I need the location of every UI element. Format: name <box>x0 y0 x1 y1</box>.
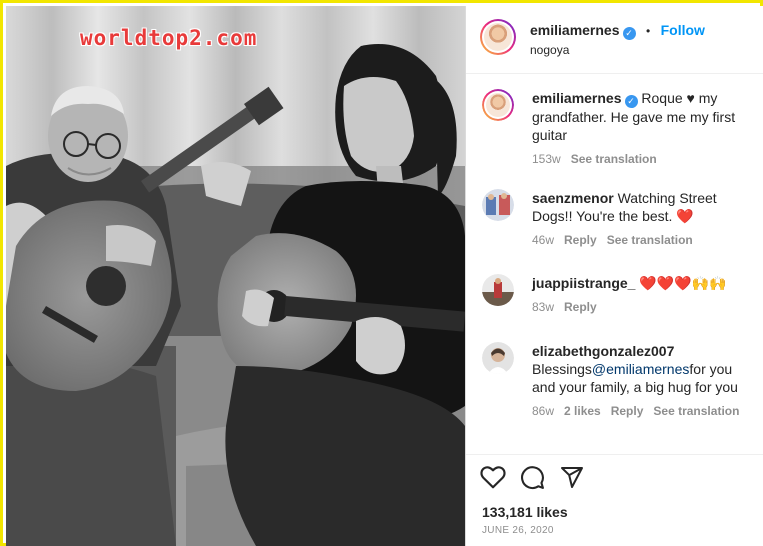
reply-button[interactable]: Reply <box>564 300 597 314</box>
caption-body: emiliamernes ✓ Roque ♥ my grandfather. He… <box>532 89 754 168</box>
comment-text-start: Blessings <box>532 361 592 377</box>
reply-button[interactable]: Reply <box>564 233 597 247</box>
speech-bubble-icon[interactable] <box>520 465 545 490</box>
comment-meta: 46w Reply See translation <box>532 231 754 249</box>
heart-outline-icon[interactable] <box>480 465 506 489</box>
comment-age[interactable]: 83w <box>532 300 554 314</box>
comment-item: saenzmenor Watching Street Dogs!! You're… <box>482 189 754 259</box>
commenter-avatar[interactable] <box>482 274 514 306</box>
comment-mention-link[interactable]: @emiliamernes <box>592 361 689 377</box>
caption-username[interactable]: emiliamernes <box>532 90 622 106</box>
post-location[interactable]: nogoya <box>530 43 569 57</box>
comment-username[interactable]: saenzmenor <box>532 190 614 206</box>
commenter-avatar[interactable] <box>482 342 514 374</box>
comment-likes[interactable]: 2 likes <box>564 404 601 418</box>
photo-grandfather-and-granddaughter-guitars <box>6 6 465 546</box>
action-bar <box>466 454 763 490</box>
watermark-text: worldtop2.com <box>80 26 258 50</box>
comment-meta: 86w 2 likes Reply See translation <box>532 402 754 420</box>
post-photo: worldtop2.com <box>6 6 465 546</box>
verified-badge-icon: ✓ <box>622 27 636 40</box>
post-date[interactable]: JUNE 26, 2020 <box>482 525 554 536</box>
caption-see-translation[interactable]: See translation <box>571 152 657 166</box>
comment-body: juappiistrange_ ❤️❤️❤️🙌🙌 83w Reply <box>532 274 754 316</box>
comment-username[interactable]: elizabethgonzalez007 <box>532 343 674 359</box>
caption-block: emiliamernes ✓ Roque ♥ my grandfather. He… <box>482 89 754 169</box>
reply-button[interactable]: Reply <box>611 404 644 418</box>
screenshot-frame: worldtop2.com emiliamernes ✓ • Follow nog… <box>0 0 763 546</box>
caption-age[interactable]: 153w <box>532 152 561 166</box>
commenter-avatar[interactable] <box>482 189 514 221</box>
comment-age[interactable]: 46w <box>532 233 554 247</box>
caption-meta: 153w See translation <box>532 150 754 168</box>
paper-plane-icon[interactable] <box>560 465 584 489</box>
comment-text: ❤️❤️❤️🙌🙌 <box>639 275 727 291</box>
comment-body: saenzmenor Watching Street Dogs!! You're… <box>532 189 754 249</box>
see-translation-button[interactable]: See translation <box>607 233 693 247</box>
comment-meta: 83w Reply <box>532 298 754 316</box>
comment-age[interactable]: 86w <box>532 404 554 418</box>
like-count[interactable]: 133,181 likes <box>482 504 568 520</box>
comment-body: elizabethgonzalez007 Blessings@emiliamer… <box>532 342 754 420</box>
comment-item: elizabethgonzalez007 Blessings@emiliamer… <box>482 342 754 432</box>
caption-avatar[interactable] <box>482 89 514 121</box>
see-translation-button[interactable]: See translation <box>653 404 739 418</box>
author-avatar[interactable] <box>480 19 516 55</box>
author-username[interactable]: emiliamernes <box>530 22 620 38</box>
post-side-panel: emiliamernes ✓ • Follow nogoya emiliamern… <box>465 6 763 546</box>
verified-badge-icon: ✓ <box>624 95 638 108</box>
post-header: emiliamernes ✓ • Follow nogoya <box>466 6 763 74</box>
follow-button[interactable]: Follow <box>661 22 705 38</box>
author-line: emiliamernes ✓ • Follow <box>530 22 705 40</box>
comment-username[interactable]: juappiistrange_ <box>532 275 635 291</box>
comment-item: juappiistrange_ ❤️❤️❤️🙌🙌 83w Reply <box>482 274 754 324</box>
separator-dot: • <box>645 24 651 38</box>
